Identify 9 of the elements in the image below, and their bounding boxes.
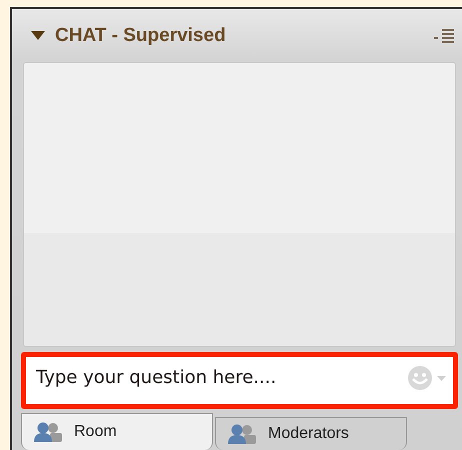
panel-title: CHAT - Supervised: [55, 24, 227, 46]
tab[interactable]: Room: [21, 413, 213, 450]
menu-icon[interactable]: [434, 28, 456, 44]
people-icon: [228, 424, 258, 444]
people-icon: [34, 422, 64, 442]
question-input-field[interactable]: Type your question here....: [36, 367, 407, 388]
question-field[interactable]: Type your question here....: [21, 352, 458, 409]
tab[interactable]: Moderators: [215, 417, 407, 450]
collapse-triangle-icon[interactable]: [31, 31, 45, 40]
